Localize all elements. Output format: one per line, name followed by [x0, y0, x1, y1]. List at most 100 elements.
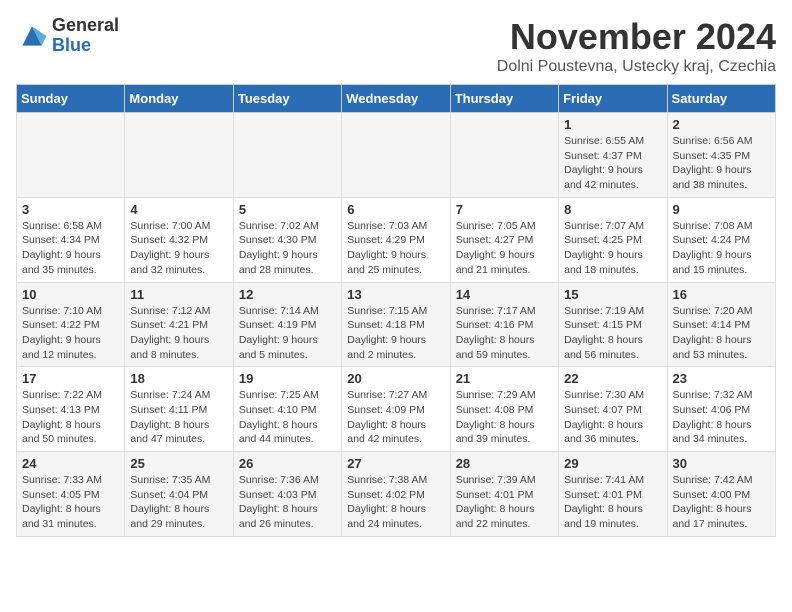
column-header-friday: Friday [559, 85, 667, 113]
calendar: SundayMondayTuesdayWednesdayThursdayFrid… [16, 84, 776, 537]
day-info: Sunrise: 7:05 AM Sunset: 4:27 PM Dayligh… [456, 219, 553, 278]
day-info: Sunrise: 7:27 AM Sunset: 4:09 PM Dayligh… [347, 388, 444, 447]
day-info: Sunrise: 7:00 AM Sunset: 4:32 PM Dayligh… [130, 219, 227, 278]
day-number: 28 [456, 456, 553, 471]
day-number: 4 [130, 202, 227, 217]
header: General Blue November 2024 Dolni Poustev… [16, 16, 776, 76]
day-info: Sunrise: 7:42 AM Sunset: 4:00 PM Dayligh… [673, 473, 770, 532]
calendar-cell: 27 Sunrise: 7:38 AM Sunset: 4:02 PM Dayli… [342, 452, 450, 537]
day-info: Sunrise: 7:12 AM Sunset: 4:21 PM Dayligh… [130, 304, 227, 363]
calendar-cell: 10Sunrise: 7:10 AM Sunset: 4:22 PM Dayli… [17, 282, 125, 367]
calendar-body: 1Sunrise: 6:55 AM Sunset: 4:37 PM Daylig… [17, 113, 776, 537]
day-info: Sunrise: 7:35 AM Sunset: 4:04 PM Dayligh… [130, 473, 227, 532]
calendar-cell: 17 Sunrise: 7:22 AM Sunset: 4:13 PM Dayli… [17, 367, 125, 452]
month-title: November 2024 [497, 16, 776, 58]
day-info: Sunrise: 7:29 AM Sunset: 4:08 PM Dayligh… [456, 388, 553, 447]
calendar-cell: 20 Sunrise: 7:27 AM Sunset: 4:09 PM Dayli… [342, 367, 450, 452]
day-number: 18 [130, 371, 227, 386]
day-info: Sunrise: 7:30 AM Sunset: 4:07 PM Dayligh… [564, 388, 661, 447]
day-number: 19 [239, 371, 336, 386]
calendar-week-1: 1Sunrise: 6:55 AM Sunset: 4:37 PM Daylig… [17, 113, 776, 198]
day-number: 26 [239, 456, 336, 471]
calendar-cell: 3 Sunrise: 6:58 AM Sunset: 4:34 PM Daylig… [17, 197, 125, 282]
calendar-cell [450, 113, 558, 198]
calendar-cell: 4 Sunrise: 7:00 AM Sunset: 4:32 PM Daylig… [125, 197, 233, 282]
calendar-cell: 24 Sunrise: 7:33 AM Sunset: 4:05 PM Dayli… [17, 452, 125, 537]
day-number: 3 [22, 202, 119, 217]
day-info: Sunrise: 7:17 AM Sunset: 4:16 PM Dayligh… [456, 304, 553, 363]
day-number: 25 [130, 456, 227, 471]
day-number: 14 [456, 287, 553, 302]
calendar-cell: 6 Sunrise: 7:03 AM Sunset: 4:29 PM Daylig… [342, 197, 450, 282]
day-number: 9 [673, 202, 770, 217]
column-header-saturday: Saturday [667, 85, 775, 113]
column-header-sunday: Sunday [17, 85, 125, 113]
day-number: 22 [564, 371, 661, 386]
calendar-cell: 1Sunrise: 6:55 AM Sunset: 4:37 PM Daylig… [559, 113, 667, 198]
calendar-cell: 8 Sunrise: 7:07 AM Sunset: 4:25 PM Daylig… [559, 197, 667, 282]
calendar-cell: 16Sunrise: 7:20 AM Sunset: 4:14 PM Dayli… [667, 282, 775, 367]
day-number: 15 [564, 287, 661, 302]
calendar-cell: 26 Sunrise: 7:36 AM Sunset: 4:03 PM Dayli… [233, 452, 341, 537]
day-info: Sunrise: 6:58 AM Sunset: 4:34 PM Dayligh… [22, 219, 119, 278]
day-number: 30 [673, 456, 770, 471]
calendar-week-5: 24 Sunrise: 7:33 AM Sunset: 4:05 PM Dayli… [17, 452, 776, 537]
calendar-header: SundayMondayTuesdayWednesdayThursdayFrid… [17, 85, 776, 113]
day-number: 20 [347, 371, 444, 386]
column-header-tuesday: Tuesday [233, 85, 341, 113]
day-info: Sunrise: 7:07 AM Sunset: 4:25 PM Dayligh… [564, 219, 661, 278]
day-info: Sunrise: 7:22 AM Sunset: 4:13 PM Dayligh… [22, 388, 119, 447]
day-info: Sunrise: 7:03 AM Sunset: 4:29 PM Dayligh… [347, 219, 444, 278]
column-header-wednesday: Wednesday [342, 85, 450, 113]
day-number: 8 [564, 202, 661, 217]
calendar-cell: 30 Sunrise: 7:42 AM Sunset: 4:00 PM Dayli… [667, 452, 775, 537]
day-info: Sunrise: 7:25 AM Sunset: 4:10 PM Dayligh… [239, 388, 336, 447]
day-info: Sunrise: 7:33 AM Sunset: 4:05 PM Dayligh… [22, 473, 119, 532]
day-info: Sunrise: 7:02 AM Sunset: 4:30 PM Dayligh… [239, 219, 336, 278]
calendar-cell: 9Sunrise: 7:08 AM Sunset: 4:24 PM Daylig… [667, 197, 775, 282]
day-info: Sunrise: 7:39 AM Sunset: 4:01 PM Dayligh… [456, 473, 553, 532]
calendar-cell: 7 Sunrise: 7:05 AM Sunset: 4:27 PM Daylig… [450, 197, 558, 282]
header-row: SundayMondayTuesdayWednesdayThursdayFrid… [17, 85, 776, 113]
day-info: Sunrise: 7:36 AM Sunset: 4:03 PM Dayligh… [239, 473, 336, 532]
day-number: 12 [239, 287, 336, 302]
calendar-cell: 19 Sunrise: 7:25 AM Sunset: 4:10 PM Dayli… [233, 367, 341, 452]
day-info: Sunrise: 7:32 AM Sunset: 4:06 PM Dayligh… [673, 388, 770, 447]
calendar-cell: 14 Sunrise: 7:17 AM Sunset: 4:16 PM Dayli… [450, 282, 558, 367]
calendar-cell: 12Sunrise: 7:14 AM Sunset: 4:19 PM Dayli… [233, 282, 341, 367]
calendar-cell: 13 Sunrise: 7:15 AM Sunset: 4:18 PM Dayli… [342, 282, 450, 367]
calendar-cell [17, 113, 125, 198]
calendar-week-3: 10Sunrise: 7:10 AM Sunset: 4:22 PM Dayli… [17, 282, 776, 367]
day-number: 2 [673, 117, 770, 132]
calendar-cell [233, 113, 341, 198]
calendar-cell: 23Sunrise: 7:32 AM Sunset: 4:06 PM Dayli… [667, 367, 775, 452]
day-info: Sunrise: 7:38 AM Sunset: 4:02 PM Dayligh… [347, 473, 444, 532]
calendar-week-2: 3 Sunrise: 6:58 AM Sunset: 4:34 PM Daylig… [17, 197, 776, 282]
day-number: 29 [564, 456, 661, 471]
location-title: Dolni Poustevna, Ustecky kraj, Czechia [497, 58, 776, 76]
day-number: 27 [347, 456, 444, 471]
calendar-week-4: 17 Sunrise: 7:22 AM Sunset: 4:13 PM Dayli… [17, 367, 776, 452]
day-number: 7 [456, 202, 553, 217]
day-number: 13 [347, 287, 444, 302]
day-number: 17 [22, 371, 119, 386]
day-number: 10 [22, 287, 119, 302]
day-info: Sunrise: 7:24 AM Sunset: 4:11 PM Dayligh… [130, 388, 227, 447]
logo: General Blue [16, 16, 119, 56]
column-header-monday: Monday [125, 85, 233, 113]
calendar-cell: 21 Sunrise: 7:29 AM Sunset: 4:08 PM Dayli… [450, 367, 558, 452]
calendar-cell [125, 113, 233, 198]
day-info: Sunrise: 7:15 AM Sunset: 4:18 PM Dayligh… [347, 304, 444, 363]
calendar-cell [342, 113, 450, 198]
day-info: Sunrise: 7:41 AM Sunset: 4:01 PM Dayligh… [564, 473, 661, 532]
day-number: 1 [564, 117, 661, 132]
calendar-cell: 2Sunrise: 6:56 AM Sunset: 4:35 PM Daylig… [667, 113, 775, 198]
logo-general-text: General [52, 16, 119, 36]
day-number: 6 [347, 202, 444, 217]
calendar-cell: 22 Sunrise: 7:30 AM Sunset: 4:07 PM Dayli… [559, 367, 667, 452]
day-number: 24 [22, 456, 119, 471]
day-number: 21 [456, 371, 553, 386]
calendar-cell: 11Sunrise: 7:12 AM Sunset: 4:21 PM Dayli… [125, 282, 233, 367]
day-number: 5 [239, 202, 336, 217]
logo-blue-text: Blue [52, 36, 119, 56]
